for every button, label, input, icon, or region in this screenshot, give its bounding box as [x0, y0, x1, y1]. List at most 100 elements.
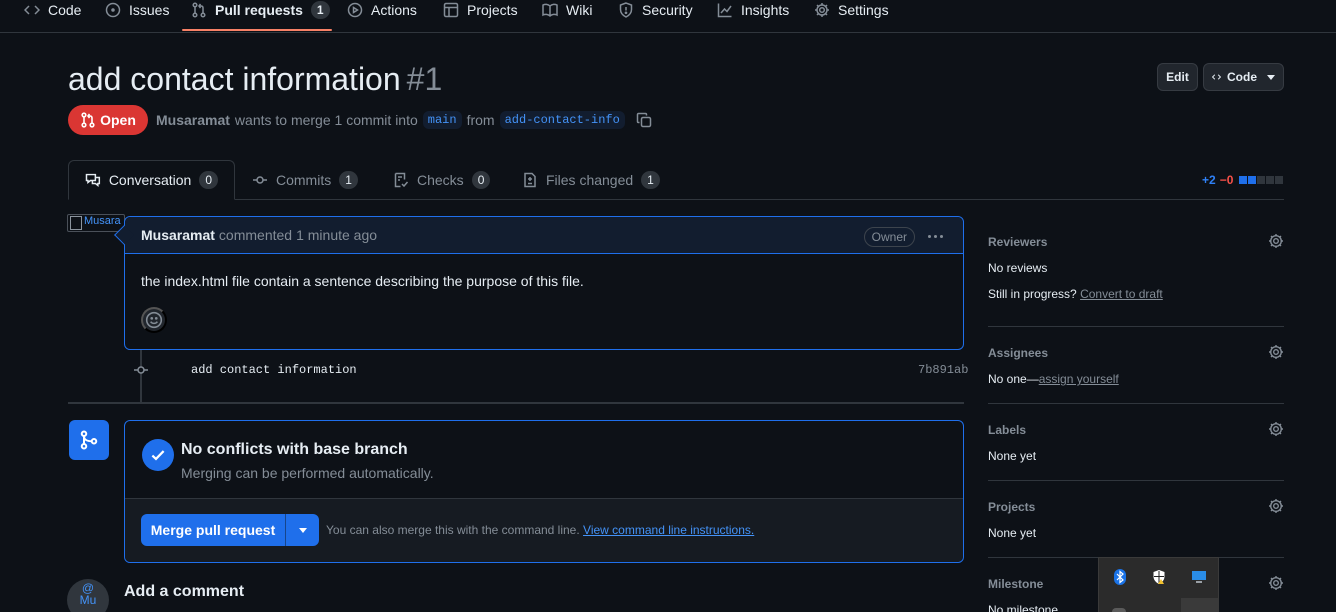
merge-hint-text: You can also merge this with the command…	[326, 523, 580, 537]
nav-label: Insights	[741, 2, 790, 18]
projects-gear-icon[interactable]	[1268, 498, 1284, 514]
nav-item-security[interactable]: Security	[618, 0, 693, 20]
pr-author-link[interactable]: Musaramat	[156, 112, 230, 128]
tab-conversation[interactable]: Conversation 0	[68, 160, 235, 200]
tab-commits[interactable]: Commits 1	[236, 160, 374, 200]
assignees-gear-icon[interactable]	[1268, 344, 1284, 360]
labels-gear-icon[interactable]	[1268, 421, 1284, 437]
edit-button[interactable]: Edit	[1157, 63, 1198, 91]
comment-body: the index.html file contain a sentence d…	[141, 273, 584, 289]
nav-label: Pull requests	[215, 2, 303, 18]
sidebar-divider	[988, 326, 1284, 327]
table-icon	[443, 2, 459, 18]
tab-checks[interactable]: Checks 0	[377, 160, 506, 200]
reviewers-value: No reviews	[988, 261, 1048, 275]
merge-status-subtitle: Merging can be performed automatically.	[181, 465, 434, 481]
nav-item-insights[interactable]: Insights	[717, 0, 789, 20]
nav-item-settings[interactable]: Settings	[814, 0, 889, 20]
nav-label: Actions	[371, 2, 417, 18]
avatar-alt-line2: Mu	[79, 593, 97, 607]
nav-label: Settings	[838, 2, 889, 18]
bluetooth-icon[interactable]	[1112, 569, 1128, 585]
comment-author-avatar[interactable]: Musara	[67, 214, 125, 232]
nav-item-issues[interactable]: Issues	[105, 0, 169, 20]
sidebar-reviewers: Reviewers No reviews Still in progress? …	[988, 233, 1284, 301]
command-line-instructions-link[interactable]: View command line instructions.	[583, 523, 754, 537]
merge-hint: You can also merge this with the command…	[326, 523, 754, 537]
diffstat-additions: +2	[1202, 173, 1216, 187]
tab-files-changed[interactable]: Files changed 1	[506, 160, 676, 200]
diffstat-block	[1266, 176, 1275, 184]
add-reaction-button[interactable]	[141, 307, 167, 333]
system-tray-popup	[1098, 557, 1219, 612]
assignees-none: No one—	[988, 372, 1039, 386]
diffstat-block	[1257, 176, 1266, 184]
edit-button-label: Edit	[1166, 70, 1189, 84]
current-user-avatar[interactable]: @ Mu	[67, 579, 109, 612]
shield-icon	[619, 2, 633, 18]
pr-title-text: add contact information	[68, 61, 401, 97]
nav-label: Wiki	[566, 2, 593, 18]
diffstat[interactable]: +2 −0	[1202, 173, 1284, 187]
tab-count: 1	[339, 171, 358, 189]
tab-label: Files changed	[546, 172, 634, 188]
commit-message-link[interactable]: add contact information	[191, 363, 357, 377]
code-dropdown-button[interactable]: Code	[1203, 63, 1284, 91]
selected-tab-underline	[182, 29, 332, 31]
diffstat-block	[1248, 176, 1257, 184]
milestone-gear-icon[interactable]	[1268, 575, 1284, 591]
copy-icon[interactable]	[636, 112, 652, 128]
pr-state-label: Open	[100, 112, 136, 128]
broken-image-icon	[70, 216, 82, 230]
pull-request-icon	[192, 2, 206, 18]
add-comment-heading: Add a comment	[124, 583, 245, 600]
comment-header: Musaramat commented 1 minute ago Owner	[125, 217, 963, 254]
comment-action: commented	[218, 227, 293, 243]
nav-label: Projects	[467, 2, 518, 18]
chevron-down-icon	[1267, 74, 1275, 80]
nav-item-code[interactable]: Code	[24, 0, 81, 20]
merge-status: No conflicts with base branch Merging ca…	[125, 421, 963, 499]
pull-request-icon	[81, 112, 95, 128]
pr-meta: Musaramat wants to merge 1 commit into m…	[156, 109, 652, 131]
comment-discussion-icon	[85, 173, 101, 187]
nav-item-wiki[interactable]: Wiki	[542, 0, 592, 20]
file-diff-icon	[524, 172, 536, 188]
reviewers-gear-icon[interactable]	[1268, 233, 1284, 249]
head-branch[interactable]: add-contact-info	[499, 111, 625, 129]
git-merge-icon	[69, 420, 109, 460]
merge-method-dropdown[interactable]	[286, 514, 319, 546]
kebab-menu-icon[interactable]	[925, 226, 945, 246]
convert-to-draft-link[interactable]: Convert to draft	[1080, 287, 1163, 301]
merge-actions: Merge pull request You can also merge th…	[125, 499, 963, 562]
projects-title: Projects	[988, 500, 1036, 514]
assign-yourself-link[interactable]: assign yourself	[1039, 372, 1119, 386]
display-icon[interactable]	[1191, 569, 1207, 585]
security-shield-icon[interactable]	[1151, 569, 1167, 585]
labels-value: None yet	[988, 449, 1037, 463]
avatar-alt-text: Musara	[84, 215, 121, 227]
nav-item-actions[interactable]: Actions	[347, 0, 417, 20]
commit-sha-link[interactable]: 7b891ab	[918, 363, 968, 377]
labels-title: Labels	[988, 423, 1027, 437]
merge-box: No conflicts with base branch Merging ca…	[124, 420, 964, 563]
draft-line: Still in progress? Convert to draft	[988, 287, 1284, 301]
pr-from-text: from	[466, 112, 495, 128]
nav-label: Code	[48, 2, 82, 18]
tray-item-highlight[interactable]	[1181, 598, 1219, 612]
comment-time[interactable]: 1 minute ago	[296, 227, 377, 243]
diffstat-block	[1275, 176, 1284, 184]
nav-item-pull-requests[interactable]: Pull requests 1	[191, 0, 330, 20]
comment-author[interactable]: Musaramat	[141, 227, 215, 243]
smiley-icon	[145, 311, 163, 329]
projects-value: None yet	[988, 526, 1037, 540]
diffstat-deletions: −0	[1219, 173, 1234, 187]
tab-count: 1	[641, 171, 660, 189]
tray-item-icon[interactable]	[1112, 608, 1126, 612]
merge-pull-request-button[interactable]: Merge pull request	[141, 514, 286, 546]
base-branch[interactable]: main	[422, 111, 462, 129]
timeline-divider	[68, 402, 964, 404]
tab-label: Checks	[417, 172, 464, 188]
book-icon	[542, 3, 558, 18]
nav-item-projects[interactable]: Projects	[443, 0, 518, 20]
